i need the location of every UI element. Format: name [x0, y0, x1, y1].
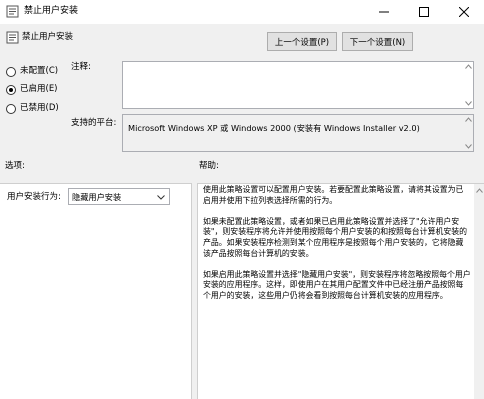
scroll-up-icon[interactable] — [474, 186, 484, 195]
behavior-dropdown[interactable]: 隐藏用户安装 — [68, 188, 170, 205]
minimize-icon — [379, 7, 389, 17]
policy-icon — [6, 5, 19, 18]
radio-button[interactable] — [6, 66, 16, 77]
scroll-up-icon[interactable] — [463, 62, 473, 71]
maximize-icon — [419, 7, 429, 17]
radio-not-configured[interactable]: 未配置(C) — [6, 65, 58, 78]
chevron-down-icon — [157, 193, 165, 201]
scroll-down-icon[interactable] — [463, 142, 473, 151]
platform-scrollbar[interactable] — [463, 115, 473, 151]
policy-title: 禁止用户安装 — [22, 32, 74, 42]
scroll-up-icon[interactable] — [463, 115, 473, 124]
comment-textarea[interactable] — [122, 61, 474, 109]
scroll-down-icon[interactable] — [463, 99, 473, 108]
next-setting-button[interactable]: 下一个设置(N) — [342, 32, 413, 51]
options-panel — [0, 183, 192, 399]
maximize-button[interactable] — [404, 0, 444, 24]
close-icon — [459, 7, 469, 17]
minimize-button[interactable] — [364, 0, 404, 24]
radio-label: 已禁用(D) — [20, 103, 59, 113]
help-paragraph: 如果未配置此策略设置，或者如果已启用此策略设置并选择了"允许用户安装"，则安装程… — [203, 216, 468, 258]
previous-setting-button[interactable]: 上一个设置(P) — [267, 32, 337, 51]
radio-button[interactable] — [6, 84, 16, 95]
behavior-label: 用户安装行为: — [7, 192, 61, 202]
radio-disabled[interactable]: 已禁用(D) — [6, 102, 59, 115]
help-scrollbar[interactable] — [474, 184, 484, 399]
radio-label: 已启用(E) — [20, 84, 58, 94]
radio-button[interactable] — [6, 103, 16, 114]
platform-label: 支持的平台: — [71, 118, 117, 128]
help-paragraph: 使用此策略设置可以配置用户安装。若要配置此策略设置，请将其设置为已启用并使用下拉… — [203, 185, 464, 205]
behavior-selected-value: 隐藏用户安装 — [72, 191, 122, 202]
comment-label: 注释: — [71, 62, 91, 72]
close-button[interactable] — [444, 0, 484, 24]
radio-enabled[interactable]: 已启用(E) — [6, 83, 58, 96]
window-title: 禁止用户安装 — [24, 6, 79, 16]
platform-field: Microsoft Windows XP 或 Windows 2000 (安装有… — [122, 114, 474, 152]
radio-label: 未配置(C) — [20, 66, 59, 76]
setting-icon — [6, 31, 19, 44]
comment-scrollbar[interactable] — [463, 62, 473, 108]
help-text: 使用此策略设置可以配置用户安装。若要配置此策略设置，请将其设置为已启用并使用下拉… — [203, 185, 471, 312]
help-section-label: 帮助: — [199, 161, 219, 171]
platform-value: Microsoft Windows XP 或 Windows 2000 (安装有… — [128, 123, 420, 133]
help-paragraph: 如果启用此策略设置并选择"隐藏用户安装"，则安装程序将忽略按照每个用户安装的应用… — [203, 269, 471, 300]
options-section-label: 选项: — [5, 161, 25, 171]
